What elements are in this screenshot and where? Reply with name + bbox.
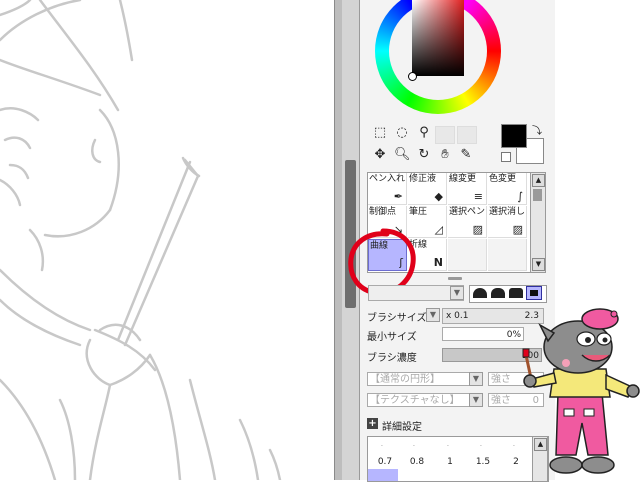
mode-label: 修正液 [409,174,437,184]
preset-dot: · [447,443,449,450]
preset-dot: · [413,443,415,450]
zoom-icon[interactable]: 🔍︎ [394,147,411,163]
mode-label: ペン入れ [369,174,406,184]
min-size-label: 最小サイズ [367,332,417,343]
polyline-icon: N [433,256,443,269]
dropdown-arrow-icon[interactable]: ▼ [450,286,464,300]
hand-icon[interactable]: ✋︎ [437,147,453,163]
min-size-value: 0% [506,330,521,340]
mode-select-pen[interactable]: 選択ペン ▨ [448,206,487,238]
reset-colors-icon[interactable] [501,152,511,162]
texture-select[interactable]: 【テクスチャなし】 [367,393,483,407]
saturation-value-square[interactable] [412,0,464,76]
mode-label: 筆圧 [409,207,428,217]
eraser-icon: ◆ [434,190,443,203]
mode-pen[interactable]: ペン入れ ✒ [368,173,407,205]
shape-select[interactable]: 【通常の円形】 [367,372,483,386]
hard-tip-icon[interactable] [509,288,523,298]
preset-dot: · [480,443,482,450]
mode-line-change[interactable]: 線変更 ≡ [448,173,487,205]
shape-strength-label: 強さ [491,374,511,385]
lasso-icon[interactable]: ◌ [394,125,410,141]
splitter-handle[interactable] [448,277,462,280]
size-dropdown-icon[interactable]: ▼ [426,308,440,322]
select-rect-icon[interactable]: ⬚ [372,125,388,141]
mode-scroll-thumb[interactable] [533,189,542,201]
color-curve-icon: ∫ [517,190,523,203]
scroll-up-icon[interactable]: ▲ [532,174,545,187]
shape-select-value: 【通常の円形】 [370,374,440,385]
pressure-icon: ◿ [434,223,443,236]
empty-mode-slot [488,239,527,271]
min-size-slider[interactable]: 0% [442,327,524,341]
lines-icon: ≡ [473,190,483,203]
primary-color-swatch[interactable] [501,124,527,148]
empty-tool-slot [435,126,455,144]
color-picker-cursor[interactable] [408,72,417,81]
mode-label: 選択ペン [449,207,486,217]
brush-density-label: ブラシ濃度 [367,353,417,364]
rotate-icon[interactable]: ↻ [416,147,432,163]
detail-settings-label[interactable]: 詳細設定 [382,418,422,433]
mode-label: 色変更 [489,174,517,184]
pen-icon: ✒ [393,190,403,203]
scroll-down-icon[interactable]: ▼ [532,258,545,271]
size-preset[interactable]: 1.5 [471,457,495,467]
texture-strength-label: 強さ [491,395,511,406]
eyedropper-icon[interactable]: ✎ [458,147,474,163]
preset-dot: · [513,443,515,450]
square-tip-icon[interactable] [526,286,542,300]
preset-dot: · [381,443,383,450]
magic-wand-icon[interactable]: ⚲ [416,125,432,141]
select-pen-icon: ▨ [472,223,483,236]
plus-icon[interactable]: + [367,418,378,429]
shape-dropdown-icon[interactable]: ▼ [469,372,483,386]
mascot-character [522,308,640,474]
mode-select-erase[interactable]: 選択消し ▨ [488,206,527,238]
color-wheel[interactable] [375,0,501,114]
brush-size-label: ブラシサイズ [367,313,427,324]
size-preset[interactable]: 0.7 [373,457,397,467]
mode-color-change[interactable]: 色変更 ∫ [488,173,527,205]
mode-correction[interactable]: 修正液 ◆ [408,173,447,205]
mode-label: 線変更 [449,174,477,184]
texture-dropdown-icon[interactable]: ▼ [469,393,483,407]
select-erase-icon: ▨ [512,223,523,236]
empty-tool-slot [457,126,477,144]
size-preset[interactable]: 0.8 [405,457,429,467]
size-preset[interactable]: 1 [438,457,462,467]
selected-size-preset[interactable] [368,469,398,481]
drawing-canvas[interactable] [0,0,334,480]
soft-tip-icon[interactable] [473,288,487,298]
texture-select-value: 【テクスチャなし】 [370,395,460,406]
medium-tip-icon[interactable] [491,288,505,298]
brush-tip-shapes[interactable] [469,285,547,303]
mode-label: 制御点 [369,207,397,217]
swap-colors-icon[interactable]: ⤵ [532,122,542,137]
size-multiplier: x 0.1 [446,311,469,321]
mode-grid-scrollbar[interactable]: ▲ ▼ [530,172,546,273]
mode-label: 選択消し [489,207,526,217]
move-icon[interactable]: ✥ [372,147,388,163]
empty-mode-slot [448,239,487,271]
sketch-artwork [0,0,282,480]
